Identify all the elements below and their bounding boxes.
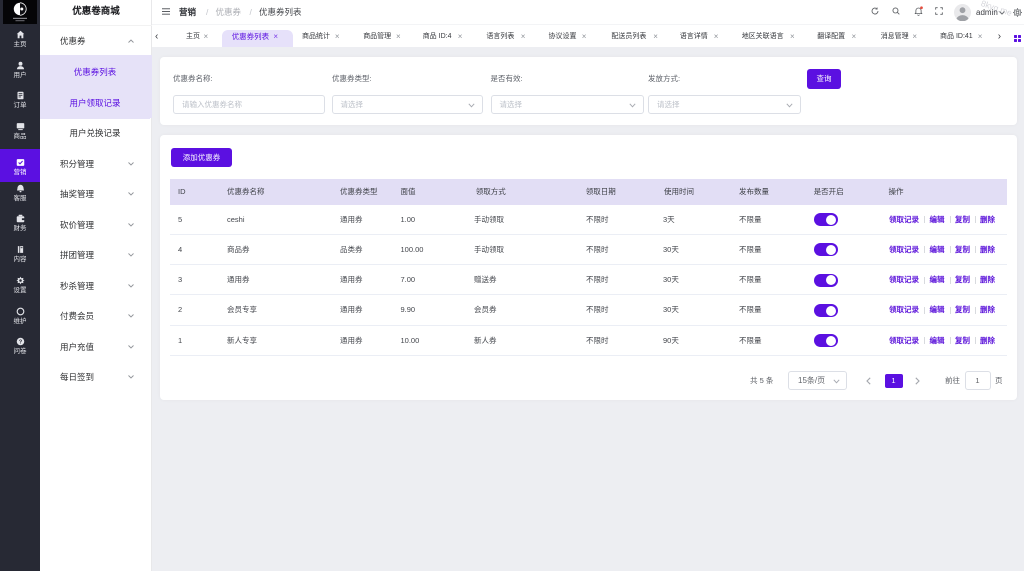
svg-text:?: ?: [18, 340, 22, 346]
